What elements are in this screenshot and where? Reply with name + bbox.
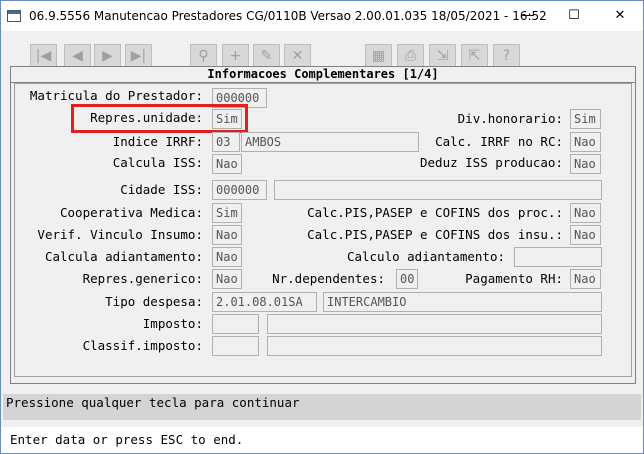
window-title: 06.9.5556 Manutencao Prestadores CG/0110… — [29, 9, 547, 23]
deduz-iss-field[interactable]: Nao — [570, 154, 601, 174]
imposto-label: Imposto: — [142, 316, 203, 331]
pagamento-rh-field[interactable]: Nao — [570, 269, 601, 289]
title-bar: 06.9.5556 Manutencao Prestadores CG/0110… — [1, 1, 643, 31]
classif-imposto-desc-field — [267, 336, 602, 356]
imposto-code-field[interactable] — [212, 314, 259, 334]
calcula-adiantamento-label: Calcula adiantamento: — [44, 249, 203, 264]
highlight-box — [71, 104, 248, 133]
repres-generico-field[interactable]: Nao — [212, 269, 242, 289]
calc-pis-proc-field[interactable]: Nao — [570, 203, 601, 223]
pagamento-rh-label: Pagamento RH: — [465, 271, 563, 286]
calc-irrf-rc-field[interactable]: Nao — [570, 132, 601, 152]
cooperativa-medica-label: Cooperativa Medica: — [60, 205, 203, 220]
classif-imposto-code-field[interactable] — [212, 336, 259, 356]
cidade-iss-code-field[interactable]: 000000 — [212, 180, 267, 200]
calcula-iss-label: Calcula ISS: — [112, 155, 203, 170]
app-window: 06.9.5556 Manutencao Prestadores CG/0110… — [0, 0, 644, 454]
cooperativa-medica-field[interactable]: Sim — [212, 203, 242, 223]
cidade-iss-label: Cidade ISS: — [120, 182, 203, 197]
calculo-adiantamento-field[interactable] — [514, 247, 602, 267]
nr-dependentes-label: Nr.dependentes: — [272, 271, 385, 286]
indice-irrf-label: Indice IRRF: — [112, 134, 203, 149]
calc-pis-insu-field[interactable]: Nao — [570, 225, 601, 245]
command-prompt: Enter data or press ESC to end. — [1, 427, 643, 453]
indice-irrf-code-field[interactable]: 03 — [212, 132, 240, 152]
deduz-iss-label: Deduz ISS producao: — [420, 155, 563, 170]
verif-vinculo-label: Verif. Vinculo Insumo: — [37, 227, 203, 242]
classif-imposto-label: Classif.imposto: — [82, 338, 203, 353]
minimize-button[interactable]: — — [505, 1, 551, 31]
verif-vinculo-field[interactable]: Nao — [212, 225, 242, 245]
toolbar: |◀ ◀ ▶ ▶| ⚲ + ✎ ✕ ▦ ⎙ ⇲ ⇱ ? — [1, 31, 643, 69]
cidade-iss-desc-field — [274, 180, 602, 200]
div-honorario-label: Div.honorario: — [457, 111, 563, 126]
calc-pis-proc-label: Calc.PIS,PASEP e COFINS dos proc.: — [307, 205, 563, 220]
calc-irrf-rc-label: Calc. IRRF no RC: — [435, 134, 563, 149]
imposto-desc-field — [267, 314, 602, 334]
calc-pis-insu-label: Calc.PIS,PASEP e COFINS dos insu.: — [307, 227, 563, 242]
indice-irrf-desc-field: AMBOS — [241, 132, 419, 152]
tipo-despesa-desc-field: INTERCAMBIO — [323, 292, 602, 312]
calcula-adiantamento-field[interactable]: Nao — [212, 247, 242, 267]
matricula-label: Matricula do Prestador: — [29, 88, 203, 103]
tipo-despesa-code-field[interactable]: 2.01.08.01SA — [212, 292, 317, 312]
calculo-adiantamento-label: Calculo adiantamento: — [346, 249, 505, 264]
calcula-iss-field[interactable]: Nao — [212, 154, 242, 174]
repres-generico-label: Repres.generico: — [82, 271, 203, 286]
app-icon — [7, 10, 21, 22]
panel-title: Informacoes Complementares [1/4] — [11, 67, 635, 83]
close-button[interactable]: ✕ — [597, 1, 643, 31]
status-message: Pressione qualquer tecla para continuar — [3, 394, 641, 420]
tipo-despesa-label: Tipo despesa: — [105, 294, 203, 309]
maximize-button[interactable]: ☐ — [551, 1, 597, 31]
nr-dependentes-field[interactable]: 00 — [396, 269, 418, 289]
div-honorario-field[interactable]: Sim — [570, 109, 601, 129]
